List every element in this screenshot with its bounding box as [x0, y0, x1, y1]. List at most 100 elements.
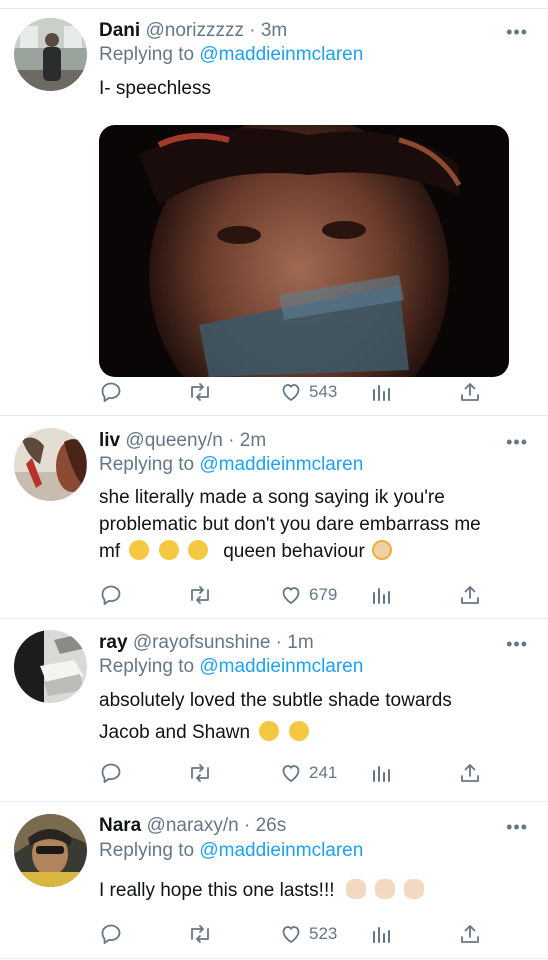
display-name[interactable]: Nara [99, 815, 141, 836]
like-button[interactable]: 679 [279, 580, 337, 610]
reply-button[interactable] [99, 377, 123, 407]
tweet-header: Nara @naraxy/n · 26s [99, 814, 286, 838]
like-icon [282, 765, 300, 782]
analytics-button[interactable] [371, 377, 393, 407]
user-handle[interactable]: @queeny/n [125, 430, 222, 451]
user-handle[interactable]: @naraxy/n [147, 815, 239, 836]
replying-to-link[interactable]: @maddieinmclaren [199, 840, 363, 861]
analytics-icon [373, 766, 390, 782]
tweet-dani[interactable]: Dani @norizzzzz · 3m ••• Replying to @ma… [0, 9, 548, 416]
avatar[interactable] [14, 630, 87, 703]
retweet-button[interactable] [187, 919, 213, 949]
crying-emoji-icon [187, 540, 208, 560]
more-icon[interactable]: ••• [506, 635, 528, 653]
share-icon [461, 925, 479, 943]
retweet-icon [191, 764, 209, 782]
tweet-text-fragment: I really hope this one lasts!!! [99, 880, 335, 901]
timestamp[interactable]: 2m [240, 430, 266, 451]
crossed-fingers-emoji-icon [404, 879, 425, 899]
top-divider [0, 0, 548, 9]
share-icon [461, 586, 479, 604]
tweet-text: absolutely loved the subtle shade toward… [99, 685, 529, 749]
analytics-button[interactable] [371, 919, 393, 949]
tweet-actions: 679 [99, 580, 499, 610]
retweet-icon [191, 586, 209, 604]
more-icon[interactable]: ••• [506, 818, 528, 836]
tweet-text-fragment: queen behaviour [223, 541, 365, 562]
replying-to-link[interactable]: @maddieinmclaren [199, 44, 363, 65]
tweet-text-line: I- speechless [99, 78, 211, 99]
tweet-actions: 241 [99, 758, 499, 788]
tweet-liv[interactable]: liv @queeny/n · 2m ••• Replying to @madd… [0, 416, 548, 619]
tweet-header: liv @queeny/n · 2m [99, 429, 266, 453]
replying-to-link[interactable]: @maddieinmclaren [199, 454, 363, 475]
weary-emoji-icon [259, 721, 280, 741]
share-button[interactable] [459, 758, 481, 788]
share-button[interactable] [459, 377, 481, 407]
crying-emoji-icon [158, 540, 179, 560]
retweet-button[interactable] [187, 580, 213, 610]
crossed-fingers-emoji-icon [375, 879, 396, 899]
tweet-text-fragment: mf [99, 541, 121, 562]
more-icon[interactable]: ••• [506, 23, 528, 41]
avatar[interactable] [14, 18, 87, 91]
tweet-ray[interactable]: ray @rayofsunshine · 1m ••• Replying to … [0, 619, 548, 802]
like-count: 679 [309, 585, 338, 604]
reply-button[interactable] [99, 758, 123, 788]
replying-to-label: Replying to [99, 840, 195, 861]
replying-to-label: Replying to [99, 44, 195, 65]
analytics-icon [373, 385, 390, 401]
reply-icon [101, 382, 121, 402]
avatar[interactable] [14, 814, 87, 887]
reply-icon [101, 924, 121, 944]
tweet-text: I- speechless [99, 75, 529, 102]
separator: · [243, 20, 261, 41]
tweet-text-line: Jacob and Shawn [99, 717, 529, 749]
replying-to-link[interactable]: @maddieinmclaren [199, 656, 363, 677]
reply-icon [101, 763, 121, 783]
analytics-icon [373, 588, 390, 604]
reply-button[interactable] [99, 580, 123, 610]
timestamp[interactable]: 3m [261, 20, 287, 41]
crossed-fingers-emoji-icon [345, 879, 366, 899]
reply-button[interactable] [99, 919, 123, 949]
retweet-button[interactable] [187, 377, 213, 407]
tweet-text-line: problematic but don't you dare embarrass… [99, 514, 481, 535]
replying-to: Replying to @maddieinmclaren [99, 453, 363, 477]
user-handle[interactable]: @norizzzzz [145, 20, 243, 41]
user-handle[interactable]: @rayofsunshine [133, 632, 271, 653]
replying-to-label: Replying to [99, 454, 195, 475]
share-icon [461, 383, 479, 401]
like-button[interactable]: 543 [279, 377, 337, 407]
tweet-nara[interactable]: Nara @naraxy/n · 26s ••• Replying to @ma… [0, 802, 548, 959]
analytics-button[interactable] [371, 758, 393, 788]
tweet-actions: 543 [99, 377, 499, 407]
replying-to: Replying to @maddieinmclaren [99, 839, 363, 863]
tweet-text-line: absolutely loved the subtle shade toward… [99, 690, 452, 711]
retweet-icon [191, 925, 209, 943]
crying-emoji-icon [129, 540, 150, 560]
like-count: 241 [309, 763, 338, 782]
like-button[interactable]: 523 [279, 919, 337, 949]
share-button[interactable] [459, 919, 481, 949]
display-name[interactable]: ray [99, 632, 128, 653]
share-button[interactable] [459, 580, 481, 610]
replying-to-label: Replying to [99, 656, 195, 677]
tweet-media-image[interactable] [99, 125, 509, 377]
tweet-text: she literally made a song saying ik you'… [99, 484, 529, 565]
avatar[interactable] [14, 428, 87, 501]
timestamp[interactable]: 26s [256, 815, 287, 836]
display-name[interactable]: liv [99, 430, 120, 451]
retweet-button[interactable] [187, 758, 213, 788]
display-name[interactable]: Dani [99, 20, 140, 41]
more-icon[interactable]: ••• [506, 433, 528, 451]
analytics-button[interactable] [371, 580, 393, 610]
like-count: 523 [309, 924, 338, 943]
separator: · [238, 815, 256, 836]
reply-icon [101, 585, 121, 605]
like-button[interactable]: 241 [279, 758, 337, 788]
weary-emoji-icon [288, 721, 309, 741]
tweet-text: I really hope this one lasts!!! [99, 877, 529, 904]
replying-to: Replying to @maddieinmclaren [99, 655, 363, 679]
timestamp[interactable]: 1m [287, 632, 313, 653]
